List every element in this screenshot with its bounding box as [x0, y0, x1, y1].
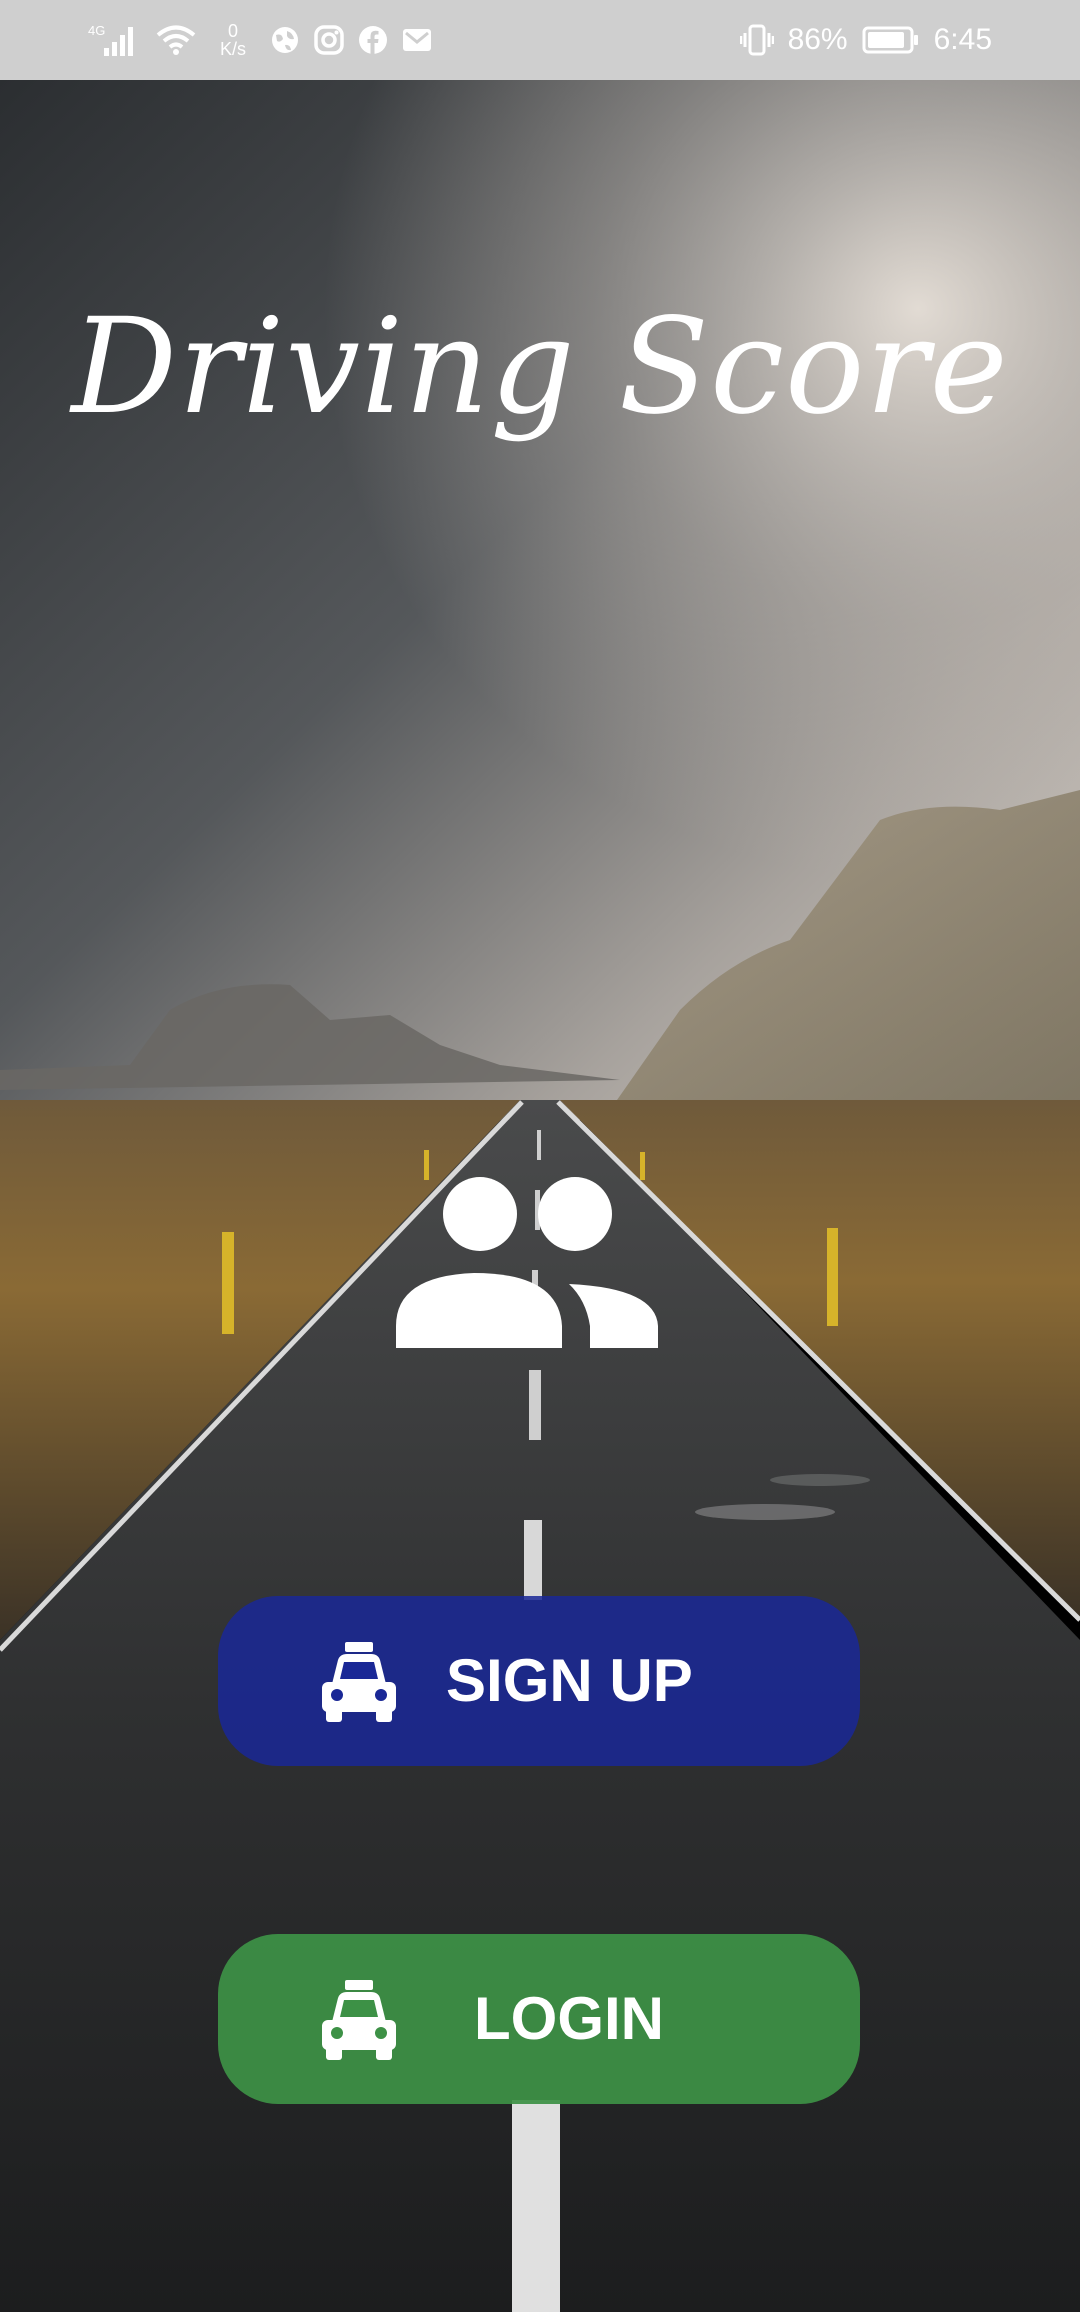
- login-label: LOGIN: [474, 1985, 664, 2052]
- wifi-icon: [156, 24, 196, 56]
- net-speed-unit: K/s: [220, 39, 247, 59]
- net-speed-value: 0: [228, 21, 239, 41]
- login-button[interactable]: LOGIN: [218, 1934, 860, 2104]
- signup-button[interactable]: SIGN UP: [218, 1596, 860, 1766]
- vibrate-icon: [739, 23, 774, 57]
- signal-icon: 4G: [88, 22, 142, 58]
- taxi-icon: [320, 1980, 398, 2060]
- instagram-icon: [314, 25, 344, 55]
- network-type: 4G: [88, 23, 105, 38]
- status-bar: 4G 0 K/s 86% 6:45: [0, 0, 1080, 80]
- battery-percent: 86%: [787, 23, 848, 56]
- clock: 6:45: [933, 23, 992, 56]
- screen: 4G 0 K/s 86% 6:45 Driving Score SIGN UP …: [0, 0, 1080, 2312]
- app-title: Driving Score: [71, 290, 1009, 444]
- globe-icon: [270, 25, 300, 55]
- status-right: 86% 6:45: [739, 23, 992, 57]
- users-icon: [394, 1176, 662, 1348]
- status-left: 4G 0 K/s: [88, 22, 432, 58]
- battery-icon: [862, 25, 920, 55]
- taxi-icon: [320, 1642, 398, 1722]
- mail-icon: [402, 27, 432, 53]
- facebook-icon: [358, 25, 388, 55]
- net-speed: 0 K/s: [220, 22, 246, 58]
- signup-label: SIGN UP: [446, 1647, 693, 1714]
